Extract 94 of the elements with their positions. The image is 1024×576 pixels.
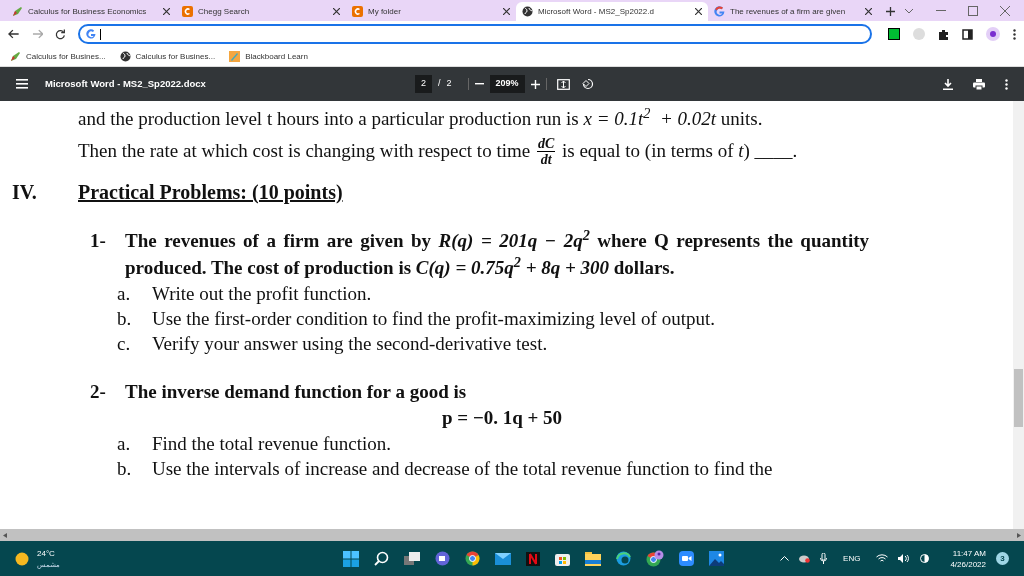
store-icon[interactable] xyxy=(555,551,570,566)
list-item-text: Use the first-order condition to find the profit-maximizing level of output. xyxy=(152,307,715,331)
pencil-icon xyxy=(12,6,23,17)
list-letter: c. xyxy=(117,332,132,356)
app-icon[interactable] xyxy=(526,551,540,566)
profile-avatar[interactable] xyxy=(986,27,1000,41)
close-icon[interactable] xyxy=(163,8,170,15)
minimize-icon[interactable] xyxy=(936,9,946,12)
chat-icon[interactable] xyxy=(435,551,450,566)
menu-icon[interactable] xyxy=(1013,28,1016,40)
fit-page-icon[interactable] xyxy=(556,78,570,90)
windows-start-icon[interactable] xyxy=(343,550,359,567)
chevron-down-icon[interactable] xyxy=(904,7,914,14)
more-icon[interactable] xyxy=(1005,78,1008,90)
clock-time[interactable]: 11:47 AM xyxy=(952,547,986,559)
browser-tab[interactable]: Chegg Search xyxy=(176,2,346,21)
zoom-in-icon[interactable] xyxy=(530,79,540,89)
maximize-icon[interactable] xyxy=(968,5,978,16)
section-number: IV. xyxy=(12,180,38,204)
equation: p = −0. 1q + 50 xyxy=(442,407,563,428)
bookmark-link[interactable]: Blackboard Learn xyxy=(245,50,308,63)
text-cursor xyxy=(99,28,101,40)
problem-text: The inverse demand function for a good is xyxy=(125,380,467,404)
video-camera-icon[interactable] xyxy=(679,551,694,566)
sun-icon[interactable] xyxy=(15,551,29,566)
clock-date[interactable]: 4/26/2022 xyxy=(950,558,986,570)
list-letter: a. xyxy=(117,432,132,456)
edge-icon[interactable] xyxy=(616,551,631,566)
letter-c-icon xyxy=(352,6,363,17)
list-letter: a. xyxy=(117,282,132,306)
section-heading: Practical Problems: (10 points) xyxy=(78,180,343,204)
page-separator: / xyxy=(438,77,441,91)
google-icon xyxy=(714,6,725,17)
menu-icon[interactable] xyxy=(16,79,28,89)
list-item-text: Write out the profit function. xyxy=(152,282,372,306)
problem-text: The revenues of a firm are given by R(q) = 201q − 2q$^{2}$ where Q represents the quantity produced. The cost of production is C(q) = 0.75q$^{2}$ + 8q + 300 dollars. xyxy=(125,227,869,280)
horizontal-scrollbar[interactable] xyxy=(0,529,1024,541)
reload-icon[interactable] xyxy=(55,28,66,40)
chrome-icon[interactable] xyxy=(465,551,480,566)
language-indicator[interactable]: ENG xyxy=(843,552,861,565)
list-letter: b. xyxy=(117,307,133,331)
text-line: and the production level t hours into a particular production run is x = 0.1t$^{2}$ + 0.02t units. xyxy=(77,103,764,131)
download-icon[interactable] xyxy=(943,78,953,90)
list-letter: b. xyxy=(117,457,133,481)
close-icon[interactable] xyxy=(503,8,510,15)
folder-icon[interactable] xyxy=(585,551,601,566)
close-icon[interactable] xyxy=(333,8,340,15)
globe-icon xyxy=(522,6,533,17)
pencil-icon xyxy=(10,51,21,62)
address-field[interactable] xyxy=(77,24,872,44)
problem-number: 2- xyxy=(90,380,107,404)
search-icon[interactable] xyxy=(374,551,389,566)
extension-icon[interactable] xyxy=(888,28,900,40)
page-count: 2 xyxy=(446,77,452,91)
puzzle-icon[interactable] xyxy=(938,28,949,40)
page-number-field[interactable]: 2 xyxy=(415,75,432,93)
google-icon xyxy=(85,29,96,39)
chrome-icon[interactable] xyxy=(646,550,664,567)
browser-tab[interactable]: Microsoft Word - MS2_Sp2022.d xyxy=(516,2,708,21)
scroll-right-icon[interactable] xyxy=(1017,532,1021,538)
close-icon[interactable] xyxy=(865,8,872,15)
photos-icon[interactable] xyxy=(709,551,724,566)
vertical-scrollbar[interactable] xyxy=(1013,101,1024,529)
scroll-left-icon[interactable] xyxy=(3,532,7,538)
list-item-text: Use the intervals of increase and decrease of the total revenue function to find the xyxy=(152,457,773,481)
cloud-icon[interactable] xyxy=(799,554,811,563)
wifi-icon[interactable] xyxy=(876,554,889,563)
back-icon[interactable] xyxy=(8,29,20,39)
side-panel-icon[interactable] xyxy=(962,28,973,40)
rotate-icon[interactable] xyxy=(581,78,594,90)
document-title: Microsoft Word - MS2_Sp2022.docx xyxy=(45,76,207,91)
browser-tab[interactable]: The revenues of a firm are given xyxy=(708,2,878,21)
pen-icon xyxy=(229,51,241,62)
globe-icon xyxy=(119,51,131,62)
microphone-icon[interactable] xyxy=(820,553,828,564)
problem-number: 1- xyxy=(90,229,107,253)
chevron-up-icon[interactable] xyxy=(780,556,790,561)
task-view-icon[interactable] xyxy=(404,551,420,566)
list-item-text: Find the total revenue function. xyxy=(152,432,392,456)
browser-tab[interactable]: Calculus for Business Economics xyxy=(6,2,176,21)
list-item-text: Verify your answer using the second-derivative test. xyxy=(152,332,548,356)
notification-badge[interactable]: 3 xyxy=(996,552,1009,565)
temperature: 24°C xyxy=(37,547,56,559)
print-icon[interactable] xyxy=(973,78,985,90)
mail-icon[interactable] xyxy=(495,552,511,565)
new-tab-icon[interactable] xyxy=(886,7,895,16)
battery-icon[interactable] xyxy=(919,554,931,563)
close-icon[interactable] xyxy=(695,8,702,15)
speaker-icon[interactable] xyxy=(898,554,910,563)
zoom-field[interactable]: 209% xyxy=(489,75,525,93)
letter-c-icon xyxy=(182,6,193,17)
browser-tab[interactable]: My folder xyxy=(346,2,516,21)
bookmark-link[interactable]: Calculus for Busines... xyxy=(26,50,106,63)
bookmark-link[interactable]: Calculus for Busines... xyxy=(135,50,216,63)
